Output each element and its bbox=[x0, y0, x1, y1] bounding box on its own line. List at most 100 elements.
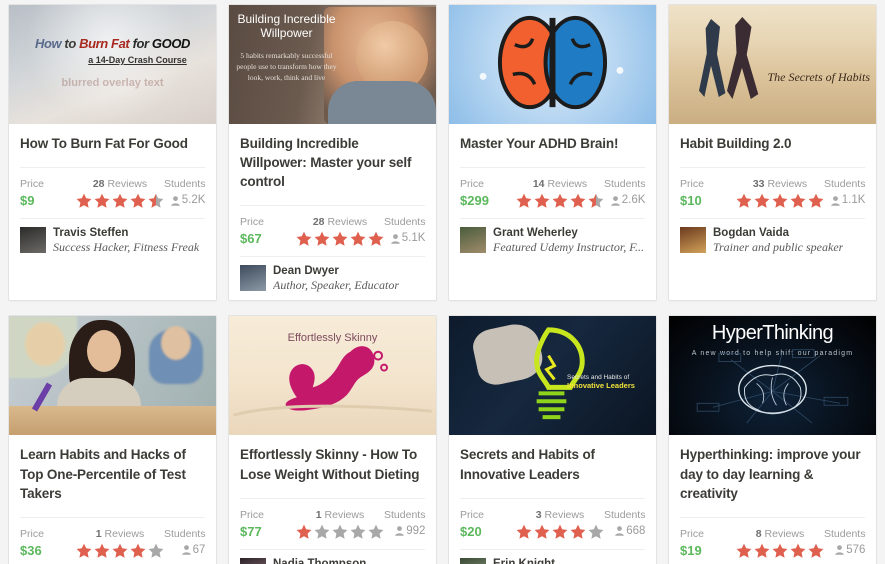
course-thumbnail[interactable]: The Secrets of Habits bbox=[669, 5, 876, 124]
rating-stars bbox=[76, 542, 164, 559]
instructor-info: Grant Weherley Featured Udemy Instructor,… bbox=[493, 226, 644, 254]
star-rating-icon bbox=[736, 543, 824, 558]
instructor-avatar bbox=[680, 227, 706, 254]
course-thumbnail[interactable]: Building Incredible Willpower 5 habits rem… bbox=[229, 5, 436, 124]
price-value: $9 bbox=[20, 193, 35, 209]
price-value: $20 bbox=[460, 523, 482, 539]
students-label: Students bbox=[164, 527, 206, 540]
course-card[interactable]: Learn Habits and Hacks of Top One-Percen… bbox=[8, 315, 217, 564]
reviews-label: 3 Reviews bbox=[536, 507, 584, 523]
reviews-stat: 28 Reviews bbox=[296, 214, 384, 247]
price-label: Price bbox=[20, 527, 44, 540]
course-card[interactable]: Effortlessly Skinny Effortlessly Skinny -… bbox=[228, 315, 437, 564]
course-thumbnail[interactable] bbox=[9, 316, 216, 436]
price-stat: Price $9 bbox=[20, 176, 76, 209]
instructor-row[interactable]: Bogdan Vaida Trainer and public speaker bbox=[669, 219, 876, 262]
instructor-avatar bbox=[240, 557, 266, 564]
star-rating-icon bbox=[516, 193, 604, 208]
reviews-label: 1 Reviews bbox=[316, 507, 364, 523]
course-card[interactable]: Building Incredible Willpower 5 habits rem… bbox=[228, 4, 437, 302]
rating-stars bbox=[296, 523, 384, 540]
price-label: Price bbox=[460, 508, 484, 521]
student-icon bbox=[390, 234, 400, 244]
reviews-count: 1 bbox=[95, 527, 102, 540]
students-value-wrap: 992 bbox=[395, 523, 425, 540]
course-title[interactable]: Habit Building 2.0 bbox=[680, 134, 865, 153]
students-count: 2.6K bbox=[621, 194, 646, 207]
instructor-row[interactable]: Dean Dwyer Author, Speaker, Educator bbox=[229, 257, 436, 300]
rating-stars bbox=[516, 523, 604, 540]
star-rating-icon bbox=[76, 193, 164, 208]
price-stat: Price $10 bbox=[680, 176, 736, 209]
course-stats: Price $36 1 Reviews Students 67 bbox=[9, 518, 216, 564]
price-value: $36 bbox=[20, 542, 42, 558]
student-icon bbox=[395, 526, 405, 537]
course-thumbnail[interactable]: HyperThinking A new word to help shift ou… bbox=[669, 316, 876, 436]
course-thumbnail[interactable]: Effortlessly Skinny bbox=[229, 316, 436, 436]
student-icon bbox=[835, 545, 845, 556]
students-stat: Students 1.1K bbox=[824, 176, 865, 209]
instructor-row[interactable]: Erin KnightHealth Engineer bbox=[449, 550, 656, 564]
price-label: Price bbox=[680, 527, 704, 540]
instructor-title: Trainer and public speaker bbox=[713, 240, 844, 255]
course-body: Building Incredible Willpower: Master yo… bbox=[229, 124, 436, 191]
reviews-word: Reviews bbox=[547, 178, 588, 191]
instructor-name: Nadia Thompson bbox=[273, 557, 367, 564]
instructor-row[interactable]: Travis Steffen Success Hacker, Fitness Fr… bbox=[9, 219, 216, 262]
reviews-stat: 1 Reviews bbox=[76, 526, 164, 559]
course-title[interactable]: Master Your ADHD Brain! bbox=[460, 134, 645, 153]
student-icon bbox=[181, 545, 191, 556]
star-rating-icon bbox=[736, 193, 824, 208]
course-stats: Price $19 8 Reviews Students 576 bbox=[669, 518, 876, 564]
students-count: 992 bbox=[406, 524, 426, 537]
rating-stars bbox=[516, 192, 604, 209]
students-stat: Students 5.2K bbox=[164, 176, 205, 209]
course-card[interactable]: Master Your ADHD Brain! Price $299 14 Revie… bbox=[448, 4, 657, 302]
student-icon bbox=[615, 526, 625, 537]
course-card[interactable]: HyperThinking A new word to help shift ou… bbox=[668, 315, 877, 564]
course-stats: Price $20 3 Reviews Students 668 bbox=[449, 499, 656, 549]
course-title[interactable]: Hyperthinking: improve your day to day l… bbox=[680, 445, 865, 502]
instructor-info: Nadia ThompsonWeight Loss & Life Coach bbox=[273, 557, 399, 564]
students-count: 668 bbox=[626, 524, 646, 537]
reviews-label: 1 Reviews bbox=[96, 526, 144, 542]
course-card[interactable]: The Secrets of Habits Habit Building 2.0 P… bbox=[668, 4, 877, 302]
course-stats: Price $77 1 Reviews Students 992 bbox=[229, 499, 436, 549]
rating-stars bbox=[736, 542, 824, 559]
rating-stars bbox=[296, 230, 384, 247]
course-body: Secrets and Habits of Innovative Leaders bbox=[449, 435, 656, 483]
instructor-title: Success Hacker, Fitness Freak bbox=[53, 240, 200, 255]
price-value: $67 bbox=[240, 231, 262, 247]
course-title[interactable]: Building Incredible Willpower: Master yo… bbox=[240, 134, 425, 191]
reviews-word: Reviews bbox=[104, 527, 145, 540]
instructor-row[interactable]: Nadia ThompsonWeight Loss & Life Coach bbox=[229, 550, 436, 564]
course-title[interactable]: Secrets and Habits of Innovative Leaders bbox=[460, 445, 645, 483]
course-thumbnail[interactable]: How to Burn Fat for GOOD a 14-Day Crash C… bbox=[9, 5, 216, 124]
instructor-row[interactable]: Grant Weherley Featured Udemy Instructor,… bbox=[449, 219, 656, 262]
course-title[interactable]: How To Burn Fat For Good bbox=[20, 134, 205, 153]
star-rating-icon bbox=[516, 524, 604, 539]
course-title[interactable]: Effortlessly Skinny - How To Lose Weight… bbox=[240, 445, 425, 483]
rating-stars bbox=[736, 192, 824, 209]
course-thumbnail[interactable] bbox=[449, 5, 656, 124]
students-stat: Students 576 bbox=[824, 526, 865, 559]
price-stat: Price $20 bbox=[460, 507, 516, 540]
course-title[interactable]: Learn Habits and Hacks of Top One-Percen… bbox=[20, 445, 205, 502]
price-stat: Price $299 bbox=[460, 176, 516, 209]
instructor-name: Travis Steffen bbox=[53, 227, 129, 240]
price-value: $299 bbox=[460, 193, 489, 209]
course-thumbnail[interactable]: Secrets and Habits of Innovative Leaders bbox=[449, 316, 656, 436]
reviews-stat: 1 Reviews bbox=[296, 507, 384, 540]
instructor-title: Featured Udemy Instructor, F... bbox=[493, 240, 644, 255]
star-rating-icon bbox=[76, 543, 164, 558]
course-card[interactable]: How to Burn Fat for GOOD a 14-Day Crash C… bbox=[8, 4, 217, 302]
price-stat: Price $36 bbox=[20, 526, 76, 559]
reviews-stat: 8 Reviews bbox=[736, 526, 824, 559]
course-card[interactable]: Secrets and Habits of Innovative Leaders S… bbox=[448, 315, 657, 564]
instructor-info: Erin KnightHealth Engineer bbox=[493, 557, 573, 564]
instructor-info: Bogdan Vaida Trainer and public speaker bbox=[713, 226, 843, 254]
student-icon bbox=[170, 195, 180, 206]
students-label: Students bbox=[824, 527, 866, 540]
students-label: Students bbox=[604, 178, 646, 191]
students-count: 5.2K bbox=[181, 194, 206, 207]
